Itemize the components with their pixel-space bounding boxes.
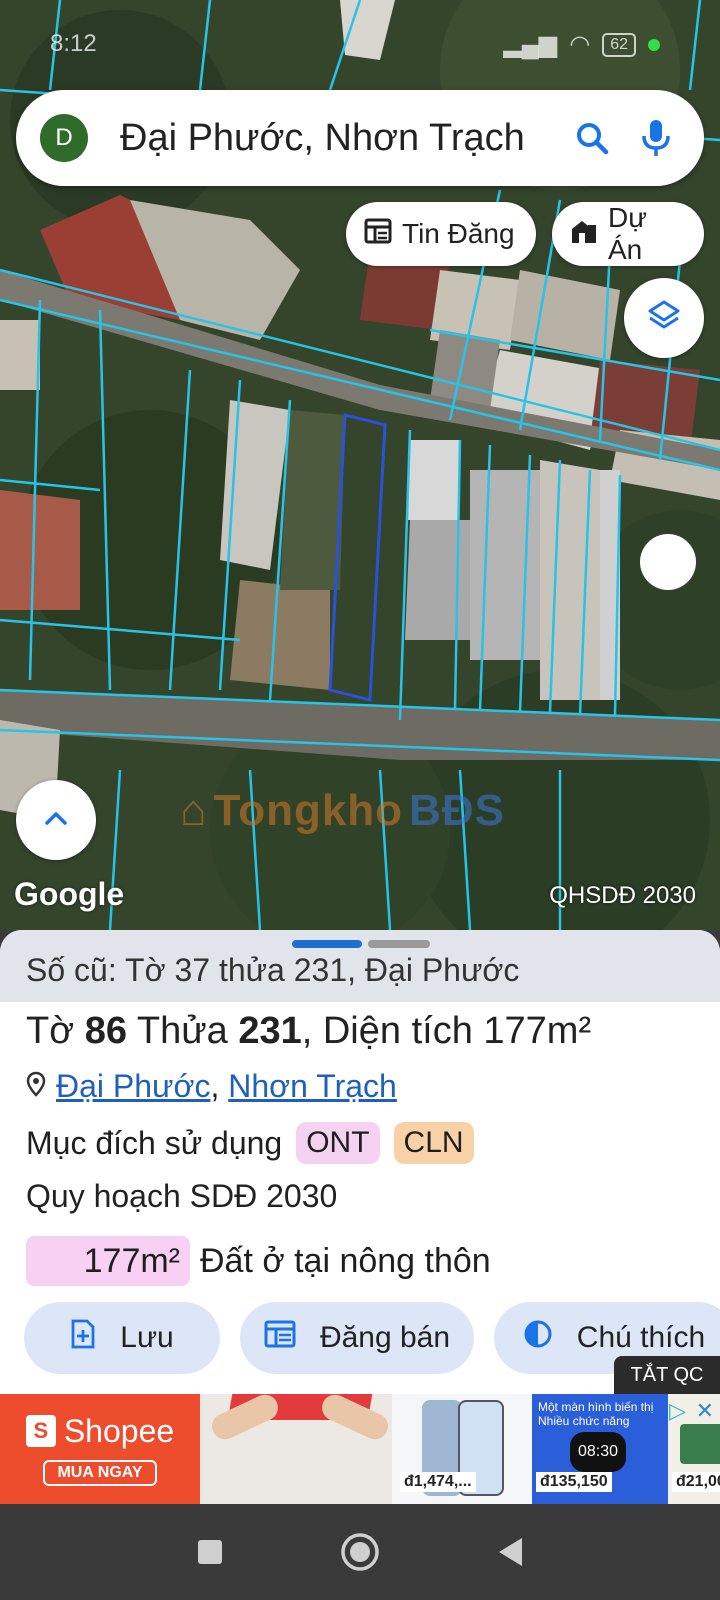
watch-time: 08:30: [570, 1432, 626, 1472]
ad-banner[interactable]: S Shopee MUA NGAY đ1,474,... Một màn hìn…: [0, 1394, 720, 1504]
signal-icon: ▂▄▆: [503, 31, 558, 58]
planned-use-text: Đất ở tại nông thôn: [200, 1241, 491, 1280]
listing-icon: [364, 218, 392, 251]
land-use-purpose-row: Mục đích sử dụng ONT CLN: [26, 1122, 474, 1164]
news-chip-label: Tin Đăng: [402, 218, 515, 249]
map-attribution: Google: [14, 876, 125, 912]
listing-icon: [264, 1320, 296, 1356]
back-button[interactable]: [490, 1532, 530, 1572]
legend-label: Chú thích: [576, 1321, 706, 1354]
watermark-primary: Tongkho: [213, 786, 404, 835]
commune-link[interactable]: Đại Phước: [56, 1068, 210, 1104]
plot-prefix: Thửa: [126, 1010, 239, 1052]
close-ad-icon[interactable]: ✕: [696, 1398, 714, 1424]
system-navigation-bar: [0, 1504, 720, 1600]
watch-promo-text: Một màn hình biến thị Nhiều chức năng: [538, 1400, 654, 1428]
map-pin-icon: [26, 1068, 46, 1105]
adchoices-icon[interactable]: ▷: [669, 1398, 686, 1424]
status-icons: ▂▄▆ ◠ 62: [503, 30, 660, 59]
ad-shopee-panel[interactable]: S Shopee MUA NGAY: [0, 1394, 200, 1504]
layers-icon: [647, 299, 681, 338]
ad-price-2: đ135,150: [536, 1472, 612, 1492]
status-bar: 8:12 ▂▄▆ ◠ 62: [0, 0, 720, 90]
hide-ads-button[interactable]: TẮT QC: [614, 1356, 720, 1394]
projects-chip-label: Dự Án: [608, 202, 647, 265]
purpose-tag-ont: ONT: [296, 1122, 380, 1164]
microphone-icon[interactable]: [634, 116, 678, 160]
planning-layer-label: QHSDĐ 2030: [549, 882, 696, 909]
location-marker[interactable]: [640, 534, 696, 590]
page-indicator-inactive: [368, 940, 430, 948]
search-input[interactable]: Đại Phước, Nhơn Trạch: [120, 117, 550, 160]
search-bar[interactable]: D Đại Phước, Nhơn Trạch: [16, 90, 704, 186]
news-listings-chip[interactable]: Tin Đăng: [346, 202, 536, 266]
ad-product-watch[interactable]: Một màn hình biến thị Nhiều chức năng 08…: [532, 1394, 668, 1504]
location-row: Đại Phước, Nhơn Trạch: [26, 1068, 397, 1105]
shopee-bag-icon: S: [25, 1415, 56, 1447]
shopee-brand: Shopee: [63, 1412, 175, 1449]
purpose-tag-cln: CLN: [393, 1122, 474, 1164]
sheet-handle[interactable]: [292, 940, 430, 948]
projects-chip[interactable]: Dự Án: [552, 202, 704, 266]
ad-product-image-1[interactable]: [200, 1394, 392, 1504]
district-link[interactable]: Nhơn Trạch: [228, 1068, 397, 1104]
battery-icon: 62: [602, 32, 636, 57]
sheet-number: 86: [84, 1010, 127, 1052]
planning-label: Quy hoạch SDĐ 2030: [26, 1178, 338, 1214]
bookmark-add-icon: [70, 1319, 96, 1357]
sheet-prefix: Tờ: [26, 1010, 85, 1052]
area-prefix: , Diện tích: [301, 1010, 484, 1052]
status-time: 8:12: [50, 30, 97, 57]
home-button[interactable]: [340, 1532, 380, 1572]
save-label: Lưu: [120, 1321, 174, 1354]
planned-area-badge: 177m²: [26, 1236, 190, 1286]
home-icon: ⌂: [180, 786, 208, 835]
expand-sheet-button[interactable]: [16, 780, 96, 860]
ad-product-image-4[interactable]: ▷ ✕ đ21,000: [668, 1394, 720, 1504]
map-view[interactable]: 8:12 ▂▄▆ ◠ 62 D Đại Phước, Nhơn Trạch Ti…: [0, 0, 720, 930]
purpose-label: Mục đích sử dụng: [26, 1124, 283, 1161]
chevron-up-icon: [42, 808, 70, 833]
recents-button[interactable]: [190, 1532, 230, 1572]
parcel-title: Tờ 86 Thửa 231, Diện tích 177m²: [26, 1010, 591, 1053]
watermark: ⌂ Tongkho BĐS: [180, 786, 505, 836]
location-separator: ,: [210, 1068, 220, 1104]
parcel-info-sheet: Số cũ: Tờ 37 thửa 231, Đại Phước Tờ 86 T…: [0, 930, 720, 1400]
shopee-buy-now-button[interactable]: MUA NGAY: [43, 1459, 157, 1486]
wifi-icon: ◠: [569, 31, 591, 58]
contrast-icon: [523, 1319, 553, 1357]
account-avatar[interactable]: D: [40, 114, 88, 162]
ad-price-3: đ21,000: [672, 1472, 720, 1492]
watermark-secondary: BĐS: [409, 786, 505, 835]
building-icon: [570, 217, 598, 252]
privacy-indicator-icon: [648, 38, 660, 51]
post-for-sale-button[interactable]: Đăng bán: [240, 1302, 474, 1374]
ad-product-phone[interactable]: đ1,474,...: [392, 1394, 532, 1504]
save-button[interactable]: Lưu: [24, 1302, 220, 1374]
page-indicator-active: [292, 940, 362, 948]
parcel-area: 177m²: [483, 1010, 592, 1052]
layers-button[interactable]: [624, 278, 704, 358]
planned-use-row: 177m² Đất ở tại nông thôn: [26, 1236, 491, 1286]
search-icon[interactable]: [570, 116, 614, 160]
ad-price-1: đ1,474,...: [400, 1472, 476, 1492]
post-label: Đăng bán: [319, 1321, 451, 1354]
plot-number: 231: [238, 1010, 302, 1052]
